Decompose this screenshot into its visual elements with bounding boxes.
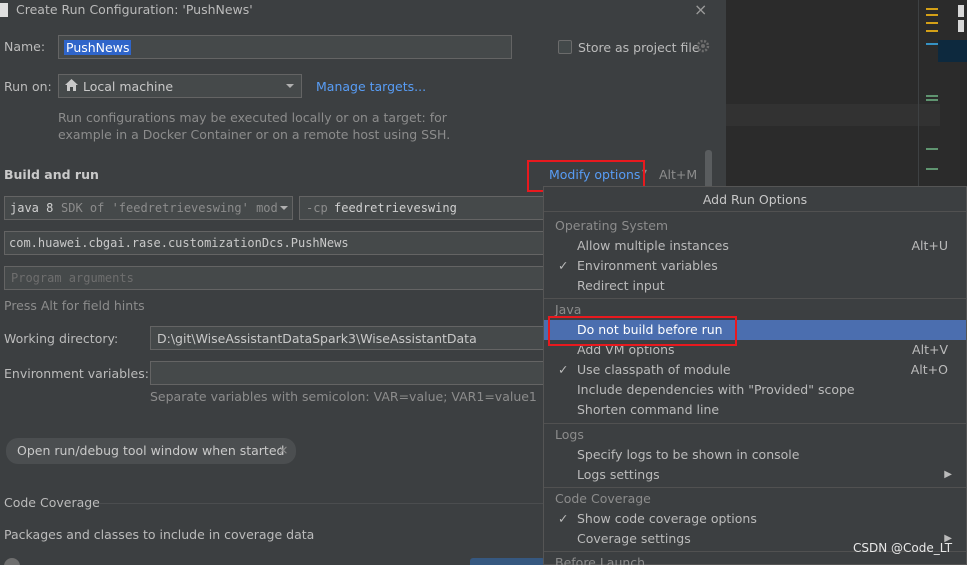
working-directory-value: D:\git\WiseAssistantDataSpark3\WiseAssis… [157, 331, 477, 346]
option-specify-logs[interactable]: Specify logs to be shown in console [544, 445, 966, 465]
build-and-run-heading: Build and run [4, 167, 99, 182]
option-label: Include dependencies with "Provided" sco… [577, 382, 855, 397]
store-as-project-checkbox[interactable] [558, 40, 572, 54]
run-on-dropdown[interactable]: Local machine [58, 74, 302, 98]
program-arguments-placeholder: Program arguments [11, 271, 134, 285]
name-label: Name: [4, 39, 46, 54]
option-shortcut: Alt+V [912, 342, 948, 357]
chip-close-icon[interactable]: × [278, 442, 288, 457]
editor-current-line [726, 104, 940, 126]
main-class-field[interactable]: com.huawei.cbgai.rase.customizationDcs.P… [4, 231, 549, 255]
name-value: PushNews [64, 40, 132, 55]
add-run-options-popup: Add Run Options Operating System Allow m… [543, 186, 967, 565]
option-show-code-coverage[interactable]: ✓ Show code coverage options [544, 509, 966, 529]
change-marker [926, 22, 938, 24]
watermark: CSDN @Code_LT [853, 541, 953, 555]
change-marker [926, 30, 938, 32]
option-label: Specify logs to be shown in console [577, 447, 800, 462]
option-label: Environment variables [577, 258, 718, 273]
classpath-value: feedretrieveswing [334, 201, 457, 215]
jdk-dropdown[interactable]: java 8 SDK of 'feedretrieveswing' mod [4, 196, 293, 220]
popup-title: Add Run Options [544, 187, 966, 212]
group-operating-system: Operating System [555, 218, 669, 233]
change-marker [926, 43, 938, 45]
code-coverage-separator [100, 503, 545, 504]
option-label: Coverage settings [577, 531, 691, 546]
run-on-hint-line-1: Run configurations may be executed local… [58, 110, 447, 125]
alt-hint: Press Alt for field hints [4, 298, 145, 313]
app-icon [0, 3, 8, 17]
add-icon[interactable] [4, 558, 20, 565]
option-label: Shorten command line [577, 402, 720, 417]
working-directory-field[interactable]: D:\git\WiseAssistantDataSpark3\WiseAssis… [150, 326, 549, 350]
environment-variables-label: Environment variables: [4, 366, 149, 381]
run-on-value: Local machine [83, 79, 174, 94]
option-include-provided-dependencies[interactable]: Include dependencies with "Provided" sco… [544, 380, 966, 400]
classpath-flag: -cp [306, 201, 328, 215]
code-coverage-heading: Code Coverage [4, 495, 100, 510]
run-on-hint-line-2: example in a Docker Container or on a re… [58, 127, 451, 142]
chevron-down-icon [279, 201, 289, 216]
editor-glyph [958, 20, 964, 32]
ok-button[interactable] [470, 558, 545, 565]
gear-icon[interactable] [696, 39, 710, 53]
option-allow-multiple-instances[interactable]: Allow multiple instances Alt+U [544, 236, 966, 256]
close-icon[interactable]: × [694, 0, 707, 19]
dialog-title: Create Run Configuration: 'PushNews' [16, 2, 253, 17]
scrollbar-thumb[interactable] [705, 150, 712, 190]
group-separator [544, 487, 966, 488]
program-arguments-field[interactable]: Program arguments [4, 266, 549, 290]
option-shorten-command-line[interactable]: Shorten command line [544, 400, 966, 420]
classpath-dropdown[interactable]: -cp feedretrieveswing [299, 196, 549, 220]
chevron-down-icon [285, 79, 295, 94]
open-tool-window-label: Open run/debug tool window when started [17, 443, 285, 458]
option-label: Redirect input [577, 278, 665, 293]
group-code-coverage: Code Coverage [555, 491, 651, 506]
group-separator [544, 298, 966, 299]
option-redirect-input[interactable]: Redirect input [544, 276, 966, 296]
run-on-label: Run on: [4, 79, 52, 94]
environment-variables-hint: Separate variables with semicolon: VAR=v… [150, 389, 537, 404]
main-class-value: com.huawei.cbgai.rase.customizationDcs.P… [9, 236, 349, 250]
option-label: Allow multiple instances [577, 238, 729, 253]
editor-glyph [958, 5, 964, 17]
environment-variables-field[interactable] [150, 361, 549, 385]
change-marker [926, 99, 938, 101]
option-label: Logs settings [577, 467, 660, 482]
group-logs: Logs [555, 427, 584, 442]
do-not-build-highlight [548, 316, 737, 346]
store-as-project-label: Store as project file [578, 40, 700, 55]
change-marker [926, 168, 938, 170]
editor-right-strip-selected [938, 40, 967, 62]
home-icon [65, 79, 78, 94]
chevron-right-icon: ▶ [944, 469, 952, 480]
packages-label: Packages and classes to include in cover… [4, 527, 315, 542]
change-marker [926, 14, 938, 16]
option-shortcut: Alt+U [911, 238, 948, 253]
change-marker [926, 95, 938, 97]
check-icon: ✓ [558, 258, 569, 273]
option-label: Show code coverage options [577, 511, 757, 526]
manage-targets-link[interactable]: Manage targets... [316, 79, 426, 94]
option-logs-settings[interactable]: Logs settings ▶ [544, 465, 966, 485]
group-separator [544, 423, 966, 424]
change-marker [926, 8, 938, 10]
change-marker [926, 148, 938, 150]
check-icon: ✓ [558, 511, 569, 526]
option-shortcut: Alt+O [910, 362, 948, 377]
option-environment-variables[interactable]: ✓ Environment variables [544, 256, 966, 276]
modify-options-shortcut: Alt+M [659, 167, 698, 182]
working-directory-label: Working directory: [4, 331, 119, 346]
option-use-classpath-of-module[interactable]: ✓ Use classpath of module Alt+O [544, 360, 966, 380]
check-icon: ✓ [558, 362, 569, 377]
name-field[interactable]: PushNews [58, 35, 512, 59]
option-label: Use classpath of module [577, 362, 731, 377]
open-tool-window-chip[interactable]: Open run/debug tool window when started … [6, 438, 296, 464]
jdk-description: SDK of 'feedretrieveswing' mod [61, 201, 278, 215]
jdk-version: java 8 [10, 201, 54, 215]
